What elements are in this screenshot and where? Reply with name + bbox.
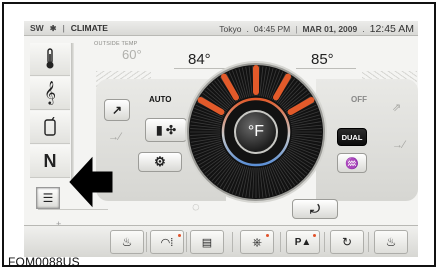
heated-seat-right-icon: ♨ (385, 235, 397, 249)
status-bar: SW ✱ | CLIMATE Tokyo . 04:45 PM | MAR 01… (24, 21, 418, 36)
location-label: Tokyo (219, 24, 242, 34)
off-label: OFF (351, 95, 367, 104)
park-assist-icon: P▲ (294, 236, 312, 248)
dual-label: DUAL (341, 132, 363, 142)
passenger-airflow-icon[interactable]: ⇗ (392, 101, 401, 114)
airflow-feet-icon[interactable]: →⁄ (108, 131, 121, 143)
sidebar-item-climate[interactable] (30, 43, 70, 76)
mode-title: CLIMATE (70, 23, 108, 33)
steering-icon: ✱ (49, 23, 57, 33)
unit-button[interactable]: °F (234, 110, 278, 154)
airflow-face-button[interactable]: ↗ (104, 99, 130, 121)
phone-icon (44, 117, 56, 136)
sidebar-item-navigation[interactable]: N (30, 145, 70, 178)
sidebar: 𝄞 N ☰ + − (30, 43, 76, 249)
return-icon: ⤾ (310, 201, 320, 216)
park-assist-indicator (313, 234, 316, 237)
date-label: MAR 01, 2009 (302, 24, 358, 34)
outside-temp-value: 60° (122, 47, 142, 62)
heat-waves-icon: ♒ (345, 157, 359, 170)
front-defrost-icon: ◠⁞ (160, 236, 174, 249)
passenger-feet-icon[interactable]: →⁄ (392, 139, 405, 151)
temperature-dial[interactable]: °F (189, 65, 323, 199)
local-time: 04:45 PM (253, 24, 291, 34)
rear-defrost-icon: ▤ (201, 236, 213, 249)
figure-caption: FOM0088US (8, 255, 80, 269)
callout-arrow-icon (69, 156, 113, 208)
front-heat-button[interactable]: ⚙ (138, 152, 182, 172)
clock: 12:45 AM (369, 23, 414, 35)
figure-frame: SW ✱ | CLIMATE Tokyo . 04:45 PM | MAR 01… (2, 2, 436, 269)
thermometer-icon (46, 48, 54, 69)
dual-button[interactable]: DUAL (337, 128, 367, 146)
front-defrost-indicator (178, 234, 181, 237)
recirculation-button[interactable]: ↻ (330, 230, 364, 254)
bottom-bar: ♨ ◠⁞ ▤ ⎈ P▲ ↻ ♨ (24, 225, 418, 257)
sidebar-item-audio[interactable]: 𝄞 (30, 77, 70, 110)
heated-wheel-button[interactable]: ⎈ (240, 230, 274, 254)
climate-screen: SW ✱ | CLIMATE Tokyo . 04:45 PM | MAR 01… (24, 21, 418, 257)
gear-icon: ⚙ (154, 154, 166, 169)
rear-defrost-button[interactable]: ▤ (190, 230, 224, 254)
navigation-icon: N (43, 150, 57, 171)
heated-seat-left-button[interactable]: ♨ (110, 230, 144, 254)
auto-label: AUTO (149, 95, 172, 104)
source-label: SW (30, 23, 44, 33)
heated-wheel-icon: ⎈ (252, 234, 262, 249)
sidebar-item-menu[interactable]: ☰ (36, 187, 60, 209)
recirculation-icon: ↻ (341, 235, 353, 249)
sync-icon: ◌ (192, 199, 200, 214)
return-button[interactable]: ⤾ (292, 199, 338, 219)
music-icon: 𝄞 (44, 81, 56, 104)
heated-wheel-indicator (266, 234, 269, 237)
fan-icon: ▮ ✣ (156, 123, 176, 137)
sidebar-item-phone[interactable] (30, 111, 70, 144)
heated-seat-right-button[interactable]: ♨ (374, 230, 408, 254)
menu-icon: ☰ (42, 191, 54, 205)
airflow-face-icon: ↗ (111, 103, 123, 117)
unit-label: °F (247, 123, 265, 140)
heated-seat-left-icon: ♨ (121, 235, 133, 249)
fan-button[interactable]: ▮ ✣ (145, 118, 187, 142)
passenger-heat-button[interactable]: ♒ (337, 153, 367, 173)
